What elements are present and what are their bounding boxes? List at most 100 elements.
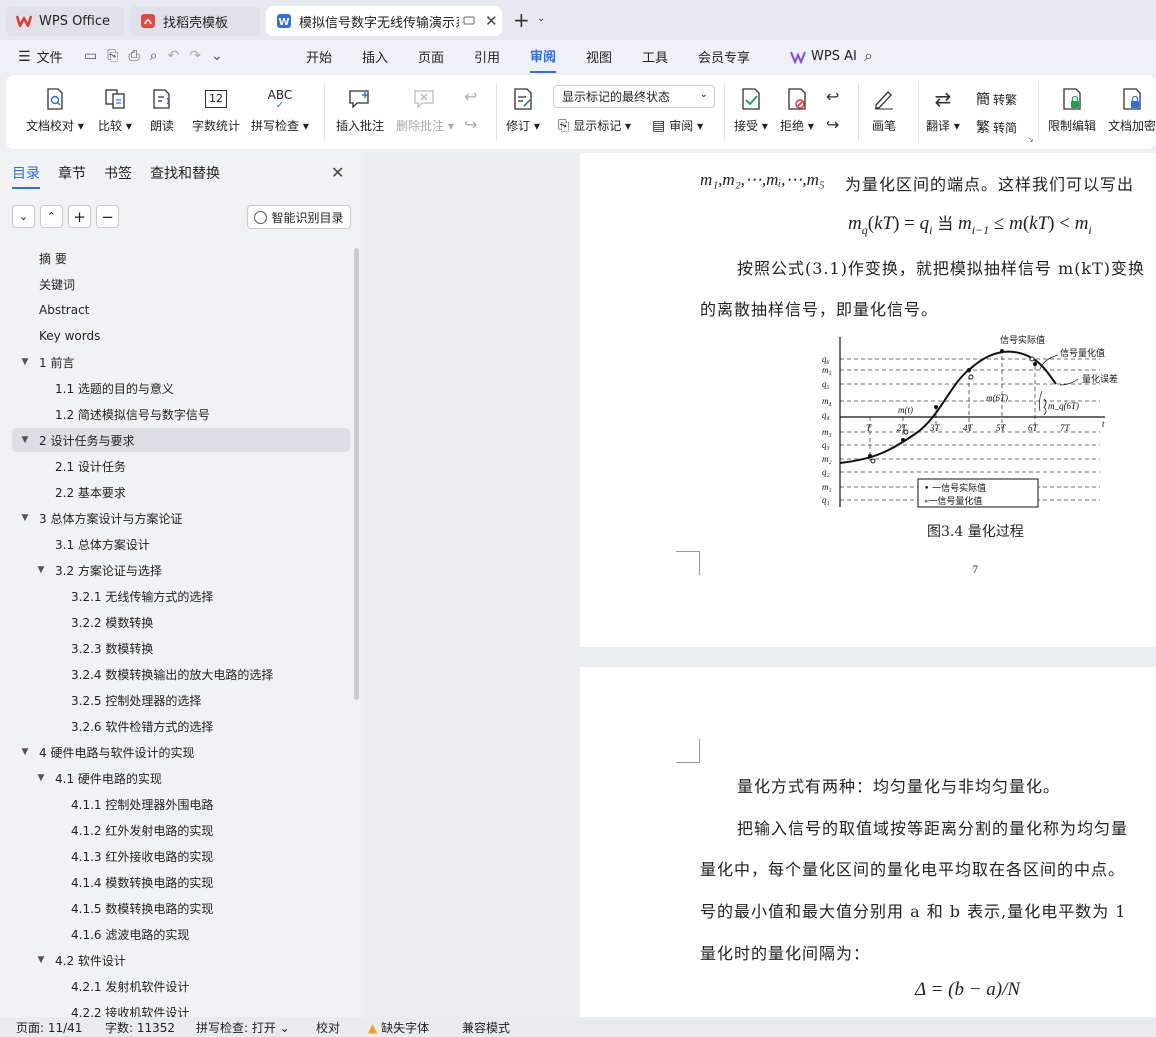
tab-wps-office[interactable]: WPS Office xyxy=(6,6,124,36)
toc-item[interactable]: ▼ 4 硬件电路与软件设计的实现 xyxy=(12,740,350,764)
toc-item[interactable]: ▼ 1 前言 xyxy=(12,350,350,374)
collapse-up-button[interactable]: ⌃ xyxy=(40,205,63,228)
collapse-down-button[interactable]: ⌄ xyxy=(12,205,35,228)
more-chevron-icon[interactable]: ⌄ xyxy=(211,48,223,64)
pen-button[interactable]: 画笔 xyxy=(872,85,896,134)
read-aloud-button[interactable]: 朗读 xyxy=(150,85,174,134)
toc-item[interactable]: 2.1 设计任务 xyxy=(12,454,350,478)
toc-item[interactable]: Abstract xyxy=(12,298,350,322)
next-change-icon[interactable]: ↪ xyxy=(826,115,839,134)
previous-comment-icon[interactable]: ↩ xyxy=(464,87,477,106)
nav-tab-bookmarks[interactable]: 书签 xyxy=(104,163,132,183)
toc-item[interactable]: ▼ 4.1 硬件电路的实现 xyxy=(12,766,350,790)
menu-home[interactable]: 开始 xyxy=(306,40,332,73)
show-markup-button[interactable]: ⎘ 显示标记 ▾ xyxy=(558,117,631,134)
toc-item[interactable]: 4.2.2 接收机软件设计 xyxy=(12,1000,350,1018)
toc-item[interactable]: 3.2.6 软件检错方式的选择 xyxy=(12,714,350,738)
expand-arrow-icon[interactable]: ▼ xyxy=(20,747,30,757)
smart-toc-button[interactable]: 智能识别目录 xyxy=(247,205,351,229)
menu-insert[interactable]: 插入 xyxy=(362,40,388,73)
toc-item[interactable]: 关键词 xyxy=(12,272,350,296)
page-indicator[interactable]: 页面: 11/41 xyxy=(16,1019,82,1036)
toc-item[interactable]: 3.2.1 无线传输方式的选择 xyxy=(12,584,350,608)
tab-current-document[interactable]: W 模拟信号数字无线传输演示系统 ✕ xyxy=(266,6,502,36)
proofread-status[interactable]: 校对 xyxy=(316,1019,340,1036)
menu-page[interactable]: 页面 xyxy=(418,40,444,73)
monitor-icon[interactable] xyxy=(463,16,475,26)
close-pane-icon[interactable]: ✕ xyxy=(331,163,344,182)
toc-item[interactable]: 1.1 选题的目的与意义 xyxy=(12,376,350,400)
nav-scrollbar[interactable] xyxy=(354,248,359,700)
nav-tab-chapters[interactable]: 章节 xyxy=(58,163,86,183)
toc-item[interactable]: 3.2.3 数模转换 xyxy=(12,636,350,660)
to-simplified-button[interactable]: 繁 转简 xyxy=(976,117,1017,137)
toc-item[interactable]: ▼ 3.2 方案论证与选择 xyxy=(12,558,350,582)
delete-comment-button[interactable]: 删除批注 ▾ xyxy=(396,85,454,134)
word-count-button[interactable]: 12 字数统计 xyxy=(192,85,240,134)
proofread-button[interactable]: 文档校对 ▾ xyxy=(26,85,84,134)
toc-item[interactable]: 3.2.2 模数转换 xyxy=(12,610,350,634)
dialog-launcher-icon[interactable]: ↘ xyxy=(1027,135,1034,144)
toc-item[interactable]: 4.1.4 模数转换电路的实现 xyxy=(12,870,350,894)
toc-item[interactable]: ▼ 4.2 软件设计 xyxy=(12,948,350,972)
toc-item[interactable]: 3.2.5 控制处理器的选择 xyxy=(12,688,350,712)
toc-item[interactable]: Key words xyxy=(12,324,350,348)
menu-view[interactable]: 视图 xyxy=(586,40,612,73)
translate-button[interactable]: ⇄ 翻译 ▾ xyxy=(926,85,960,134)
toc-item[interactable]: 4.1.3 红外接收电路的实现 xyxy=(12,844,350,868)
save-icon[interactable]: ▭ xyxy=(84,48,97,64)
print-preview-icon[interactable]: ⌕ xyxy=(150,48,158,64)
display-state-select[interactable]: 显示标记的最终状态 ⌄ xyxy=(553,85,715,108)
compare-button[interactable]: 比较 ▾ xyxy=(98,85,132,134)
nav-tab-find-replace[interactable]: 查找和替换 xyxy=(150,163,220,183)
spell-check-status[interactable]: 拼写检查: 打开 ⌄ xyxy=(196,1019,290,1036)
menu-tools[interactable]: 工具 xyxy=(642,40,668,73)
track-changes-button[interactable]: 修订 ▾ xyxy=(506,85,540,134)
expand-arrow-icon[interactable]: ▼ xyxy=(36,773,46,783)
word-count-status[interactable]: 字数: 11352 xyxy=(105,1019,175,1036)
expand-arrow-icon[interactable]: ▼ xyxy=(20,435,30,445)
toc-item[interactable]: 2.2 基本要求 xyxy=(12,480,350,504)
reject-button[interactable]: 拒绝 ▾ xyxy=(780,85,814,134)
chevron-down-icon[interactable]: ⌄ xyxy=(537,13,545,24)
toc-item[interactable]: 3.1 总体方案设计 xyxy=(12,532,350,556)
expand-arrow-icon[interactable]: ▼ xyxy=(36,955,46,965)
expand-arrow-icon[interactable]: ▼ xyxy=(20,357,30,367)
undo-icon[interactable]: ↶ xyxy=(167,48,179,64)
toc-item[interactable]: 摘 要 xyxy=(12,246,350,270)
print-icon[interactable]: ⎙ xyxy=(128,48,139,64)
menu-membership[interactable]: 会员专享 xyxy=(698,40,750,73)
toc-item[interactable]: 4.1.2 红外发射电路的实现 xyxy=(12,818,350,842)
toc-item[interactable]: 4.1.1 控制处理器外围电路 xyxy=(12,792,350,816)
accept-button[interactable]: 接受 ▾ xyxy=(734,85,768,134)
insert-comment-button[interactable]: 插入批注 xyxy=(336,85,384,134)
redo-icon[interactable]: ↷ xyxy=(189,48,201,64)
review-pane-button[interactable]: ▤ 审阅 ▾ xyxy=(652,117,703,134)
restrict-edit-button[interactable]: 限制编辑 xyxy=(1048,85,1096,134)
toc-item[interactable]: ▼ 3 总体方案设计与方案论证 xyxy=(12,506,350,530)
wps-ai-button[interactable]: WPS AI xyxy=(790,40,857,73)
toc-item[interactable]: 4.1.5 数模转换电路的实现 xyxy=(12,896,350,920)
expand-arrow-icon[interactable]: ▼ xyxy=(36,565,46,575)
previous-change-icon[interactable]: ↩ xyxy=(826,87,839,106)
nav-tab-toc[interactable]: 目录 xyxy=(12,163,40,189)
tab-docer-templates[interactable]: 找稻壳模板 xyxy=(130,6,260,36)
to-traditional-button[interactable]: 簡 转繁 xyxy=(976,89,1017,109)
toc-item[interactable]: ▼ 2 设计任务与要求 xyxy=(12,428,350,452)
menu-references[interactable]: 引用 xyxy=(474,40,500,73)
close-tab-icon[interactable]: ✕ xyxy=(485,12,498,30)
spell-check-button[interactable]: ABC ✓ 拼写检查 ▾ xyxy=(251,85,309,134)
remove-heading-button[interactable]: − xyxy=(96,205,119,228)
add-heading-button[interactable]: + xyxy=(68,205,91,228)
doc-encrypt-button[interactable]: 文档加密 xyxy=(1108,85,1156,134)
missing-font-status[interactable]: ▲ 缺失字体 xyxy=(368,1019,429,1036)
next-comment-icon[interactable]: ↪ xyxy=(464,115,477,134)
expand-arrow-icon[interactable]: ▼ xyxy=(20,513,30,523)
export-icon[interactable]: ⎘ xyxy=(107,48,118,64)
toc-item[interactable]: 1.2 简述模拟信号与数字信号 xyxy=(12,402,350,426)
toc-item[interactable]: 4.1.6 滤波电路的实现 xyxy=(12,922,350,946)
toc-item[interactable]: 4.2.1 发射机软件设计 xyxy=(12,974,350,998)
menu-review[interactable]: 审阅 xyxy=(530,40,557,73)
search-icon[interactable]: ⌕ xyxy=(864,46,873,66)
new-tab-icon[interactable]: + xyxy=(513,8,530,32)
